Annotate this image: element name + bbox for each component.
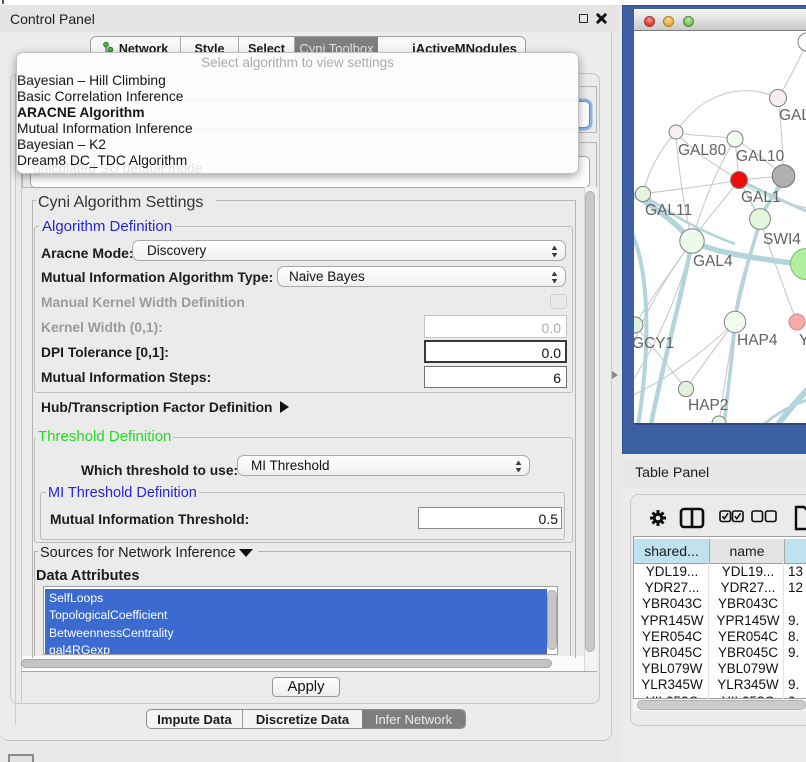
svg-text:Y: Y (799, 332, 806, 349)
svg-text:GAL10: GAL10 (736, 148, 785, 165)
svg-text:HAP4: HAP4 (737, 332, 778, 349)
svg-text:SWI4: SWI4 (763, 231, 801, 248)
svg-text:GAL1: GAL1 (741, 189, 781, 206)
svg-text:GAL7: GAL7 (779, 107, 806, 124)
svg-text:GAL80: GAL80 (678, 142, 727, 159)
svg-text:GAL4: GAL4 (693, 253, 733, 270)
svg-text:GAL11: GAL11 (645, 202, 692, 219)
svg-text:GCY1: GCY1 (634, 335, 674, 352)
svg-text:HAP2: HAP2 (688, 397, 729, 414)
